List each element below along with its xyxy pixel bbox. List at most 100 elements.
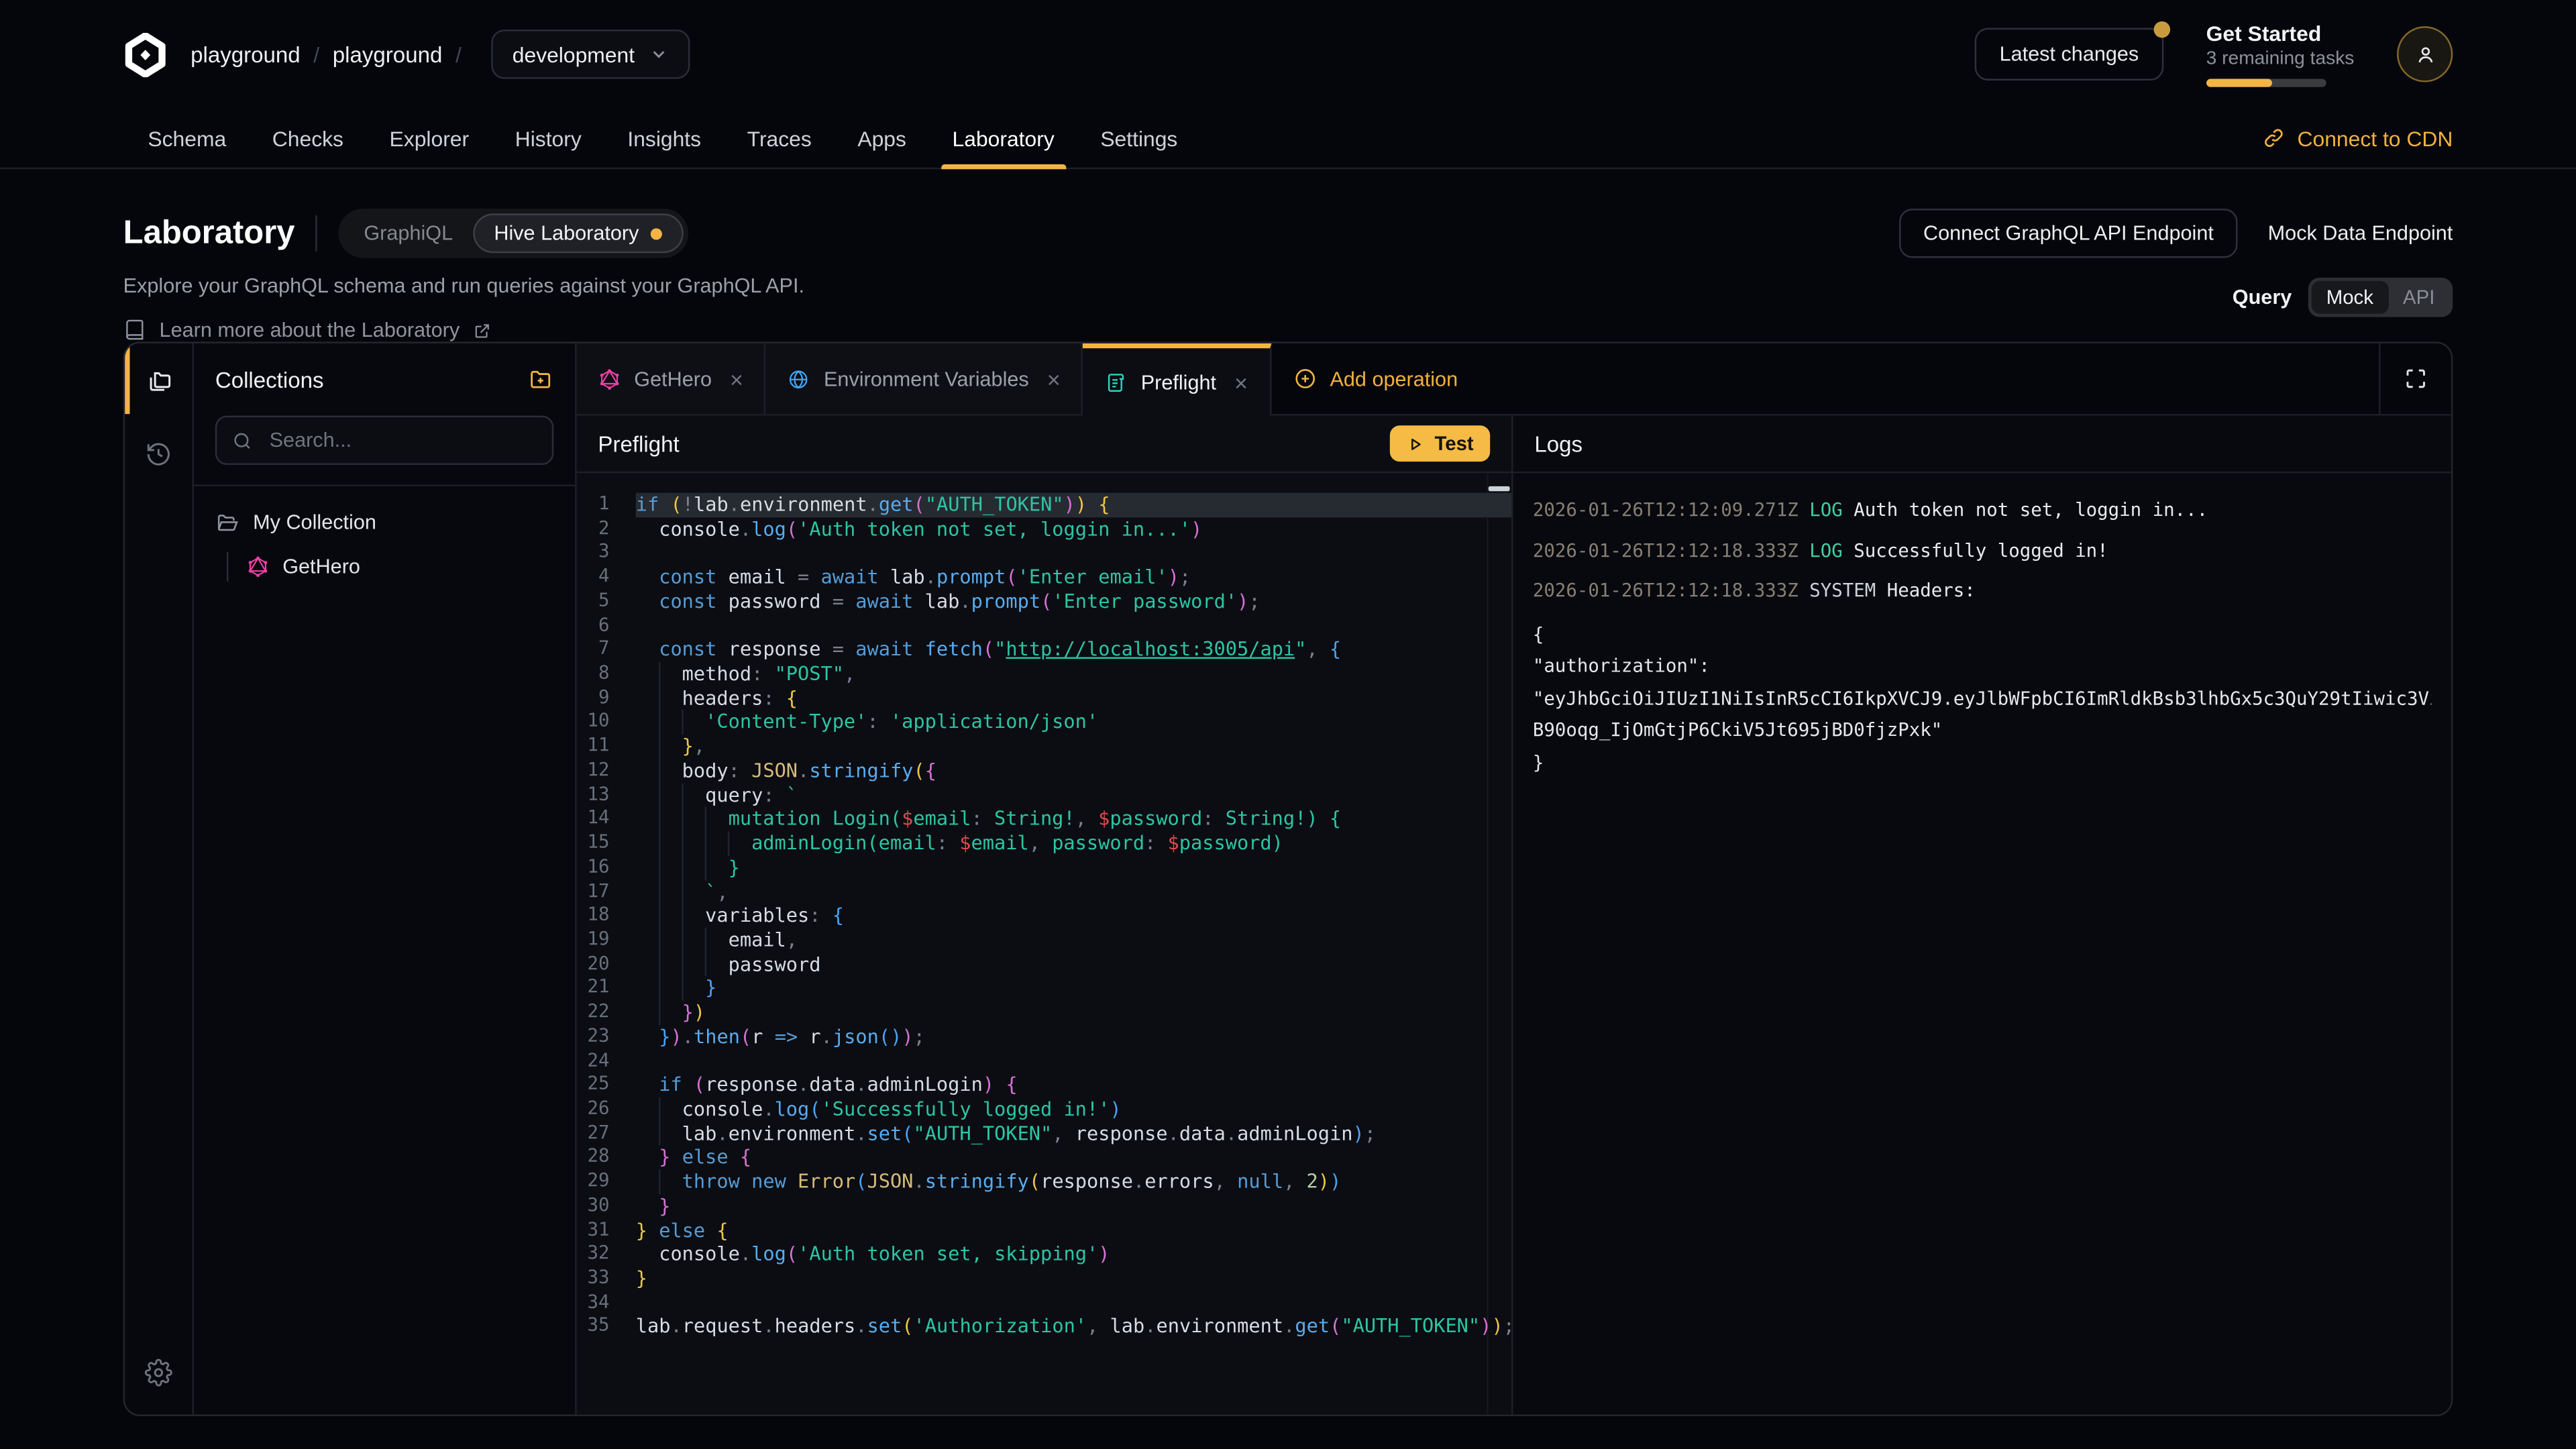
code-line: 6 bbox=[577, 614, 1511, 638]
line-number: 23 bbox=[577, 1025, 636, 1049]
close-icon[interactable]: × bbox=[730, 366, 743, 392]
nav-item-explorer[interactable]: Explorer bbox=[390, 109, 470, 168]
tab-environment-variables[interactable]: Environment Variables × bbox=[766, 343, 1083, 414]
line-number: 29 bbox=[577, 1170, 636, 1194]
query-source-api[interactable]: API bbox=[2388, 281, 2449, 314]
line-number: 3 bbox=[577, 541, 636, 566]
page-header: Laboratory GraphiQLHive Laboratory Explo… bbox=[123, 169, 2453, 341]
fullscreen-button[interactable] bbox=[2379, 343, 2451, 414]
hive-logo-icon[interactable] bbox=[123, 32, 168, 76]
nav-item-history[interactable]: History bbox=[515, 109, 582, 168]
mode-option-hive-laboratory[interactable]: Hive Laboratory bbox=[473, 213, 684, 253]
close-icon[interactable]: × bbox=[1234, 369, 1248, 395]
code-line: 33} bbox=[577, 1267, 1511, 1291]
code-line: 32 console.log('Auth token set, skipping… bbox=[577, 1242, 1511, 1267]
code-line: 27 lab.environment.set("AUTH_TOKEN", res… bbox=[577, 1122, 1511, 1146]
latest-changes-button[interactable]: Latest changes bbox=[1975, 28, 2163, 80]
nav-item-schema[interactable]: Schema bbox=[148, 109, 226, 168]
tab-label: Preflight bbox=[1141, 370, 1216, 393]
code-line: 13 query: ` bbox=[577, 783, 1511, 807]
query-source-toggle: MockAPI bbox=[2308, 278, 2453, 317]
tab-add-operation[interactable]: Add operation bbox=[1271, 343, 1479, 414]
connect-endpoint-button[interactable]: Connect GraphQL API Endpoint bbox=[1898, 209, 2238, 258]
log-entry: 2026-01-26T12:12:18.333Z SYSTEM Headers: bbox=[1533, 578, 2432, 603]
person-icon bbox=[2412, 42, 2437, 66]
code-line: 21 } bbox=[577, 977, 1511, 1001]
nav-item-laboratory[interactable]: Laboratory bbox=[953, 109, 1055, 168]
breadcrumb-org[interactable]: playground bbox=[191, 42, 301, 66]
log-entry: 2026-01-26T12:12:09.271Z LOG Auth token … bbox=[1533, 498, 2432, 523]
collection-operation-gethero[interactable]: GetHero bbox=[246, 552, 553, 582]
search-input[interactable] bbox=[266, 427, 537, 453]
rail-collections-button[interactable] bbox=[125, 343, 192, 421]
test-button[interactable]: Test bbox=[1390, 425, 1490, 462]
code-line: 1if (!lab.environment.get("AUTH_TOKEN"))… bbox=[577, 493, 1511, 517]
learn-more-link[interactable]: Learn more about the Laboratory bbox=[123, 319, 804, 341]
rail-settings-button[interactable] bbox=[125, 1329, 192, 1414]
line-number: 8 bbox=[577, 662, 636, 686]
connect-to-cdn-link[interactable]: Connect to CDN bbox=[2263, 125, 2453, 150]
code-line: 24 bbox=[577, 1049, 1511, 1073]
book-icon bbox=[123, 319, 146, 341]
lab-mode-toggle: GraphiQLHive Laboratory bbox=[339, 209, 688, 258]
close-icon[interactable]: × bbox=[1047, 366, 1061, 392]
query-toggle-label: Query bbox=[2233, 286, 2292, 309]
page-description: Explore your GraphQL schema and run quer… bbox=[123, 274, 804, 297]
code-editor[interactable]: 1if (!lab.environment.get("AUTH_TOKEN"))… bbox=[577, 473, 1511, 1414]
line-number: 2 bbox=[577, 517, 636, 541]
collection-operation-label: GetHero bbox=[282, 555, 360, 578]
avatar[interactable] bbox=[2397, 26, 2453, 82]
code-line: 15 adminLogin(email: $email, password: $… bbox=[577, 831, 1511, 855]
breadcrumb-separator: / bbox=[455, 42, 462, 66]
folders-icon bbox=[145, 368, 173, 396]
history-icon bbox=[145, 439, 173, 468]
code-line: 9 headers: { bbox=[577, 686, 1511, 710]
gear-icon bbox=[145, 1358, 173, 1386]
code-line: 8 method: "POST", bbox=[577, 662, 1511, 686]
nav-item-insights[interactable]: Insights bbox=[627, 109, 701, 168]
nav-item-apps[interactable]: Apps bbox=[857, 109, 906, 168]
chevron-down-icon bbox=[649, 44, 669, 64]
sidebar-rail bbox=[125, 343, 194, 1415]
nav-item-settings[interactable]: Settings bbox=[1100, 109, 1177, 168]
code-line: 4 const email = await lab.prompt('Enter … bbox=[577, 566, 1511, 590]
line-number: 34 bbox=[577, 1291, 636, 1315]
fullscreen-icon bbox=[2404, 366, 2428, 391]
folder-open-icon bbox=[215, 510, 240, 535]
code-line: 5 const password = await lab.prompt('Ent… bbox=[577, 590, 1511, 614]
tab-preflight[interactable]: Preflight × bbox=[1083, 343, 1271, 416]
collections-tree: My Collection GetHero bbox=[194, 486, 575, 603]
code-line: 2 console.log('Auth token not set, loggi… bbox=[577, 517, 1511, 541]
collection-folder-my-collection[interactable]: My Collection bbox=[215, 508, 553, 537]
minimap-slider[interactable] bbox=[1489, 486, 1510, 491]
line-number: 32 bbox=[577, 1242, 636, 1267]
code-line: 25 if (response.data.adminLogin) { bbox=[577, 1073, 1511, 1097]
breadcrumb-project[interactable]: playground bbox=[333, 42, 443, 66]
code-line: 11 }, bbox=[577, 735, 1511, 759]
line-number: 25 bbox=[577, 1073, 636, 1097]
connect-endpoint-label: Connect GraphQL API Endpoint bbox=[1923, 222, 2214, 245]
target-select-value: development bbox=[513, 42, 635, 66]
preflight-editor-panel: Preflight Test 1if (!lab.environment.get bbox=[577, 416, 1513, 1415]
line-number: 12 bbox=[577, 759, 636, 783]
line-number: 18 bbox=[577, 904, 636, 928]
get-started-widget[interactable]: Get Started 3 remaining tasks bbox=[2206, 21, 2355, 87]
nav-item-traces[interactable]: Traces bbox=[747, 109, 812, 168]
laboratory-panel: Collections My Collection bbox=[123, 341, 2453, 1416]
primary-nav: Schema Checks Explorer History Insights Trace… bbox=[0, 109, 2576, 170]
mode-option-graphiql[interactable]: GraphiQL bbox=[344, 213, 473, 253]
tab-label: Environment Variables bbox=[824, 367, 1029, 390]
code-line: 17 `, bbox=[577, 879, 1511, 904]
mock-endpoint-button[interactable]: Mock Data Endpoint bbox=[2268, 222, 2453, 245]
line-number: 26 bbox=[577, 1097, 636, 1122]
search-icon bbox=[231, 429, 253, 451]
query-source-mock[interactable]: Mock bbox=[2312, 281, 2388, 314]
target-select[interactable]: development bbox=[491, 30, 690, 78]
log-detail-block: { "authorization":"eyJhbGciOiJIUzI1NiIsI… bbox=[1533, 619, 2432, 780]
code-line: 28 } else { bbox=[577, 1146, 1511, 1170]
line-number: 22 bbox=[577, 1001, 636, 1025]
nav-item-checks[interactable]: Checks bbox=[272, 109, 343, 168]
new-collection-button[interactable] bbox=[527, 366, 553, 392]
rail-history-button[interactable] bbox=[125, 421, 192, 486]
tab-gethero[interactable]: GetHero× bbox=[577, 343, 767, 414]
